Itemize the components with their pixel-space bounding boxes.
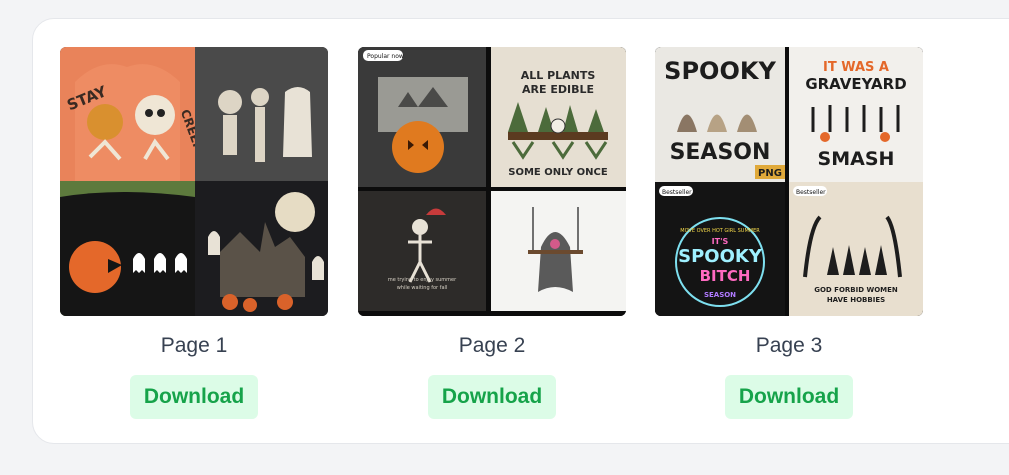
page-3-caption: Page 3 [755,334,823,357]
page-1-caption: Page 1 [160,334,228,357]
svg-text:BITCH: BITCH [700,267,751,285]
page-2-collage-image: Popular now ALL PLANTS ARE EDIBLE SOME O… [358,47,626,316]
page-2-caption: Page 2 [458,334,526,357]
gallery-panel: STAY CREEPY Page 1 Download Popular now … [32,18,1009,444]
svg-text:Bestseller: Bestseller [662,189,692,196]
page-card-1: STAY CREEPY Page 1 Download [60,47,328,419]
page-card-3: SPOOKY SEASON PNG IT WAS A GRAVEYARD SMA… [655,47,923,419]
svg-text:IT WAS A: IT WAS A [823,60,889,75]
svg-text:SEASON: SEASON [704,291,736,299]
svg-text:SEASON: SEASON [670,140,771,165]
svg-text:Popular now: Popular now [367,53,404,60]
svg-text:SOME ONLY ONCE: SOME ONLY ONCE [508,167,608,178]
page-1-download-button[interactable]: Download [130,375,258,419]
svg-text:Bestseller: Bestseller [796,189,826,196]
svg-text:MOVE OVER HOT GIRL SUMMER: MOVE OVER HOT GIRL SUMMER [680,228,760,234]
svg-text:GOD FORBID WOMEN: GOD FORBID WOMEN [814,286,898,294]
svg-text:PNG: PNG [758,168,782,179]
page-2-download-button[interactable]: Download [428,375,556,419]
svg-text:HAVE HOBBIES: HAVE HOBBIES [827,296,885,304]
page-3-collage-image: SPOOKY SEASON PNG IT WAS A GRAVEYARD SMA… [655,47,923,316]
page-1-collage-image: STAY CREEPY [60,47,328,316]
page-2-thumbnail[interactable]: Popular now ALL PLANTS ARE EDIBLE SOME O… [358,47,626,316]
svg-text:SPOOKY: SPOOKY [678,246,763,267]
svg-text:ARE EDIBLE: ARE EDIBLE [522,83,594,96]
page-3-download-button[interactable]: Download [725,375,853,419]
svg-text:SPOOKY: SPOOKY [664,57,776,85]
page-1-thumbnail[interactable]: STAY CREEPY [60,47,328,316]
svg-text:GRAVEYARD: GRAVEYARD [805,75,906,93]
svg-text:me trying to enjoy summer: me trying to enjoy summer [388,277,457,283]
svg-text:while waiting for fall: while waiting for fall [397,285,448,291]
svg-text:IT'S: IT'S [712,237,729,246]
svg-text:SMASH: SMASH [818,148,895,170]
page-card-2: Popular now ALL PLANTS ARE EDIBLE SOME O… [358,47,626,419]
svg-text:ALL PLANTS: ALL PLANTS [521,69,596,82]
page-3-thumbnail[interactable]: SPOOKY SEASON PNG IT WAS A GRAVEYARD SMA… [655,47,923,316]
